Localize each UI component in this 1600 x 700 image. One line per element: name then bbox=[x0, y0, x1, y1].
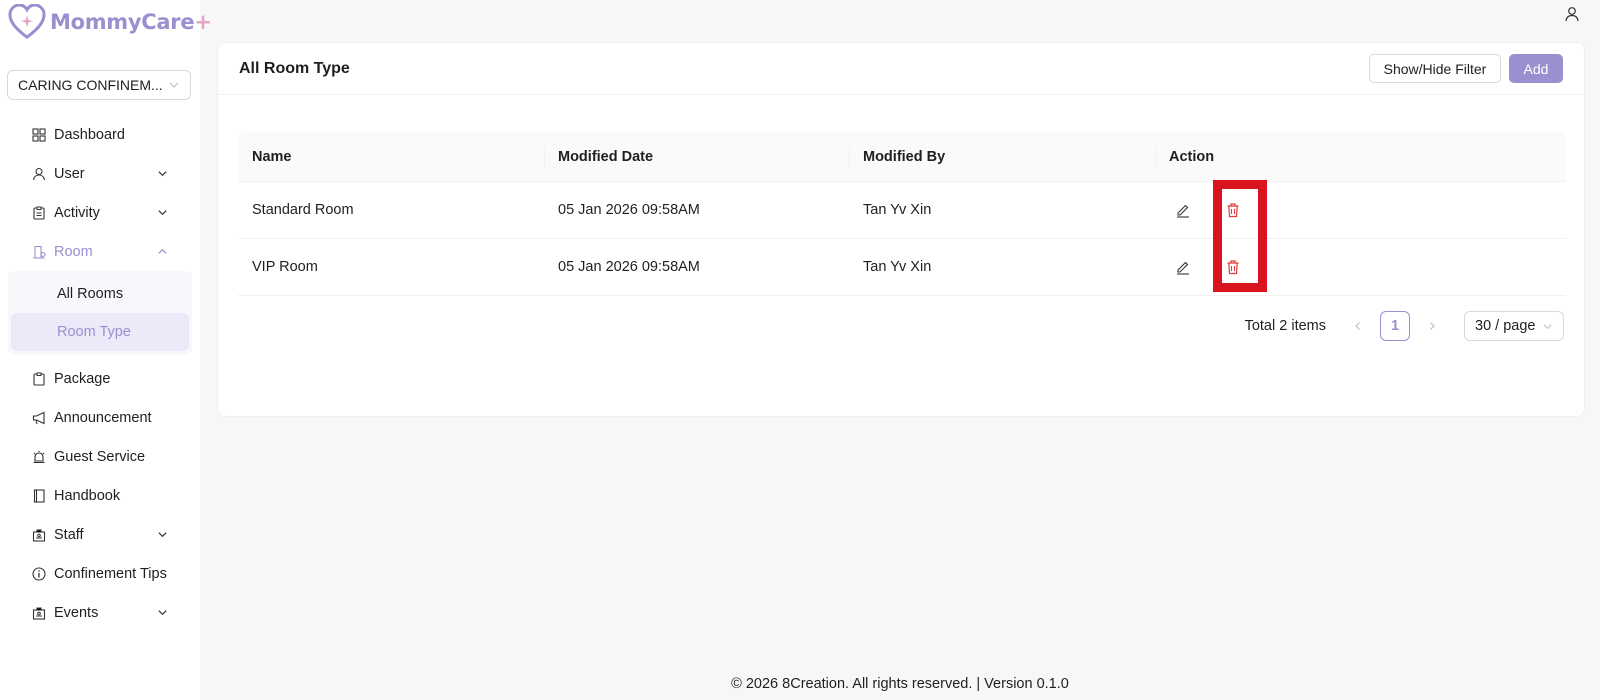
room-type-table: Name Modified Date Modified By Action St… bbox=[238, 132, 1566, 296]
sidebar-item-confinement-tips[interactable]: Confinement Tips bbox=[0, 554, 200, 593]
sidebar: MommyCare + CARING CONFINEM... Dashboard… bbox=[0, 0, 212, 700]
delete-icon[interactable] bbox=[1225, 202, 1241, 218]
dashboard-icon bbox=[32, 127, 46, 142]
sidebar-subitem-room-type[interactable]: Room Type bbox=[11, 313, 189, 351]
events-icon bbox=[32, 606, 46, 620]
sidebar-item-dashboard[interactable]: Dashboard bbox=[0, 115, 200, 154]
table-row: VIP Room 05 Jan 2026 09:58AM Tan Yv Xin bbox=[238, 239, 1566, 296]
sidebar-item-label: Confinement Tips bbox=[54, 565, 167, 582]
megaphone-icon bbox=[32, 411, 46, 425]
cell-actions bbox=[1155, 259, 1566, 275]
user-account-icon[interactable] bbox=[1564, 6, 1580, 22]
show-hide-filter-button[interactable]: Show/Hide Filter bbox=[1369, 54, 1501, 83]
delete-icon[interactable] bbox=[1225, 259, 1241, 275]
sidebar-item-label: Room bbox=[54, 243, 93, 260]
chevron-right-icon[interactable] bbox=[1418, 312, 1446, 340]
sidebar-subitem-label: Room Type bbox=[57, 324, 131, 340]
sidebar-item-room[interactable]: Room bbox=[0, 232, 200, 271]
room-type-card: All Room Type Show/Hide Filter Add Name … bbox=[217, 42, 1585, 417]
bell-icon bbox=[32, 450, 46, 464]
column-header-modified-date: Modified Date bbox=[544, 146, 849, 169]
chevron-down-icon bbox=[158, 532, 167, 538]
sidebar-item-label: Announcement bbox=[54, 409, 152, 426]
room-icon bbox=[32, 245, 46, 259]
staff-icon bbox=[32, 528, 46, 542]
app-logo[interactable]: MommyCare + bbox=[8, 4, 212, 40]
pagination: Total 2 items 1 30 / page bbox=[1245, 311, 1564, 341]
sidebar-item-label: Staff bbox=[54, 526, 84, 543]
cell-modified-by: Tan Yv Xin bbox=[863, 259, 932, 275]
chevron-down-icon bbox=[158, 610, 167, 616]
activity-icon bbox=[32, 206, 46, 220]
sidebar-item-label: Events bbox=[54, 604, 99, 621]
add-button[interactable]: Add bbox=[1509, 54, 1563, 83]
sidebar-item-handbook[interactable]: Handbook bbox=[0, 476, 200, 515]
sidebar-item-package[interactable]: Package bbox=[0, 359, 200, 398]
sidebar-item-guest-service[interactable]: Guest Service bbox=[0, 437, 200, 476]
cell-modified-by: Tan Yv Xin bbox=[863, 202, 932, 218]
info-icon bbox=[32, 566, 46, 581]
cell-modified-date: 05 Jan 2026 09:58AM bbox=[558, 259, 700, 275]
column-header-name: Name bbox=[252, 148, 292, 165]
footer-text: © 2026 8Creation. All rights reserved. |… bbox=[731, 676, 1069, 692]
sidebar-item-announcement[interactable]: Announcement bbox=[0, 398, 200, 437]
package-icon bbox=[32, 372, 46, 386]
chevron-down-icon bbox=[169, 82, 179, 88]
sidebar-menu: Dashboard User Activity Room All Rooms R… bbox=[0, 115, 200, 632]
sidebar-item-staff[interactable]: Staff bbox=[0, 515, 200, 554]
sidebar-item-label: Package bbox=[54, 370, 111, 387]
sidebar-item-events[interactable]: Events bbox=[0, 593, 200, 632]
sidebar-subitem-label: All Rooms bbox=[57, 286, 124, 302]
column-header-action: Action bbox=[1155, 146, 1566, 169]
cell-modified-date: 05 Jan 2026 09:58AM bbox=[558, 202, 700, 218]
app-name: MommyCare bbox=[50, 10, 195, 34]
chevron-left-icon[interactable] bbox=[1344, 312, 1372, 340]
table-header: Name Modified Date Modified By Action bbox=[238, 132, 1566, 182]
organization-select[interactable]: CARING CONFINEM... bbox=[7, 70, 191, 100]
card-header: All Room Type Show/Hide Filter Add bbox=[218, 43, 1584, 95]
column-header-modified-by: Modified By bbox=[849, 146, 1155, 169]
chevron-up-icon bbox=[158, 248, 167, 254]
chevron-down-icon bbox=[158, 171, 167, 177]
book-icon bbox=[32, 488, 46, 503]
cell-name: VIP Room bbox=[252, 259, 318, 275]
sidebar-item-label: Activity bbox=[54, 204, 100, 221]
edit-icon[interactable] bbox=[1175, 259, 1191, 275]
user-icon bbox=[32, 167, 46, 181]
sidebar-item-label: User bbox=[54, 165, 85, 182]
sidebar-item-label: Handbook bbox=[54, 487, 121, 504]
page-number-button[interactable]: 1 bbox=[1380, 311, 1410, 341]
chevron-down-icon bbox=[158, 210, 167, 216]
pagination-total: Total 2 items bbox=[1244, 318, 1326, 334]
sidebar-item-label: Guest Service bbox=[54, 448, 146, 465]
organization-select-value: CARING CONFINEM... bbox=[18, 77, 163, 93]
table-row: Standard Room 05 Jan 2026 09:58AM Tan Yv… bbox=[238, 182, 1566, 239]
cell-actions bbox=[1155, 202, 1566, 218]
heart-logo-icon bbox=[8, 4, 46, 40]
page-title: All Room Type bbox=[239, 59, 350, 77]
app-name-suffix: + bbox=[194, 10, 212, 34]
sidebar-item-label: Dashboard bbox=[54, 126, 125, 143]
cell-name: Standard Room bbox=[252, 202, 354, 218]
sidebar-subitem-all-rooms[interactable]: All Rooms bbox=[11, 275, 189, 313]
page-size-select[interactable]: 30 / page bbox=[1464, 311, 1564, 341]
sidebar-item-user[interactable]: User bbox=[0, 154, 200, 193]
page-size-value: 30 / page bbox=[1475, 318, 1536, 334]
chevron-down-icon bbox=[1543, 323, 1552, 329]
room-submenu: All Rooms Room Type bbox=[8, 271, 192, 355]
edit-icon[interactable] bbox=[1175, 202, 1191, 218]
sidebar-item-activity[interactable]: Activity bbox=[0, 193, 200, 232]
